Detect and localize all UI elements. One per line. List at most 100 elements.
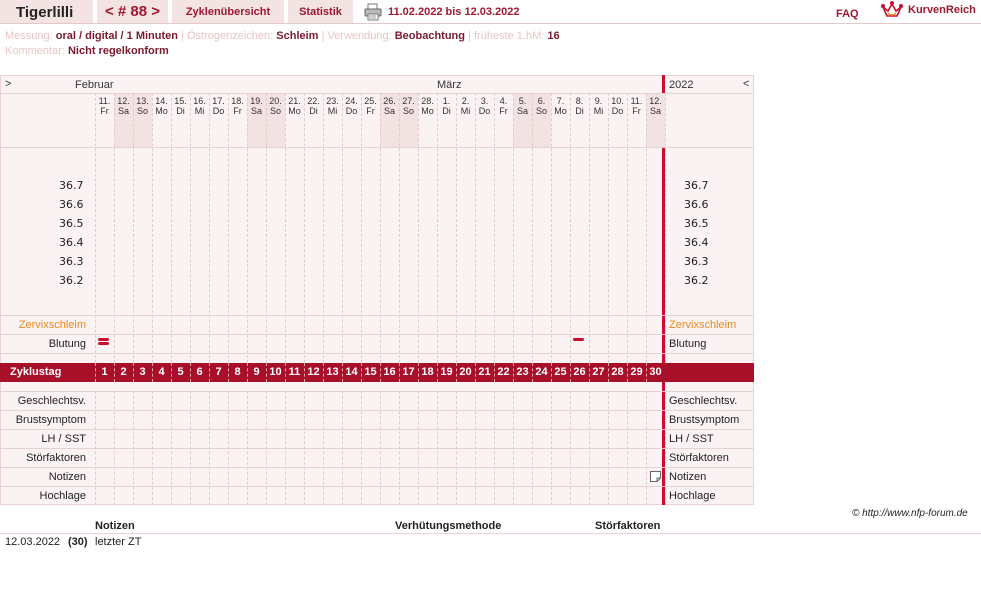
- day-weekday: So: [136, 106, 148, 116]
- day-label: 1. Di: [437, 96, 456, 116]
- method-header: Verhütungsmethode: [395, 520, 502, 532]
- cycle-navigation[interactable]: < # 88 >: [97, 0, 168, 23]
- temperature-label-right: 36.3: [684, 255, 709, 268]
- column-line: [627, 93, 628, 363]
- cycle-day-number: 20: [459, 366, 472, 378]
- column-line: [494, 391, 495, 505]
- column-line: [114, 93, 115, 363]
- day-label: 7. Mo: [551, 96, 570, 116]
- column-line: [266, 391, 267, 505]
- estrogen-label: Östrogenzeichen:: [186, 30, 274, 42]
- column-line: [171, 93, 172, 363]
- day-weekday: Sa: [117, 106, 129, 116]
- day-date: 21.: [288, 96, 301, 106]
- bleeding-mark: [98, 342, 109, 345]
- column-line: [323, 391, 324, 505]
- chart-nav-right[interactable]: <: [743, 78, 749, 90]
- print-icon[interactable]: [364, 3, 382, 21]
- cycle-day-number: 1: [101, 366, 108, 378]
- day-label: 12. Sa: [646, 96, 665, 116]
- tab-statistics[interactable]: Statistik: [288, 0, 353, 23]
- cycle-day-label: Zyklustag: [10, 366, 62, 378]
- column-line: [171, 391, 172, 505]
- day-weekday: Sa: [250, 106, 262, 116]
- day-weekday: Di: [575, 106, 584, 116]
- note-cycle-day: (30): [68, 536, 88, 548]
- cycle-day-number: 10: [269, 366, 282, 378]
- day-weekday: Di: [442, 106, 451, 116]
- column-line: [608, 93, 609, 363]
- tab-cycle-overview[interactable]: Zyklenübersicht: [172, 0, 284, 23]
- column-line: [152, 93, 153, 363]
- temperature-label-left: 36.4: [59, 236, 84, 249]
- lower-row-label-right: Störfaktoren: [669, 452, 729, 464]
- day-date: 9.: [594, 96, 603, 106]
- temperature-label-right: 36.6: [684, 198, 709, 211]
- day-date: 12.: [117, 96, 130, 106]
- day-date: 4.: [499, 96, 508, 106]
- day-label: 17. Do: [209, 96, 228, 116]
- day-weekday: Do: [345, 106, 358, 116]
- faq-link[interactable]: FAQ: [836, 8, 859, 20]
- lower-row-label-right: Hochlage: [669, 490, 716, 502]
- lower-row-label-right: Brustsymptom: [669, 414, 740, 426]
- cycle-day-number: 3: [139, 366, 146, 378]
- column-line: [95, 93, 96, 363]
- temperature-label-left: 36.5: [59, 217, 84, 230]
- column-line: [399, 391, 400, 505]
- day-date: 15.: [174, 96, 187, 106]
- cycle-day-number: 5: [177, 366, 184, 378]
- day-label: 3. Do: [475, 96, 494, 116]
- cycle-day-number: 4: [158, 366, 165, 378]
- day-weekday: Mi: [194, 106, 205, 116]
- cycle-day-number: 2: [120, 366, 127, 378]
- day-weekday: Mo: [155, 106, 168, 116]
- day-date: 25.: [364, 96, 377, 106]
- day-weekday: Fr: [499, 106, 508, 116]
- column-line: [494, 93, 495, 363]
- temperature-label-left: 36.3: [59, 255, 84, 268]
- column-line: [399, 93, 400, 363]
- column-line: [437, 93, 438, 363]
- column-line: [532, 391, 533, 505]
- day-weekday: Mi: [593, 106, 604, 116]
- day-weekday: So: [402, 106, 414, 116]
- column-line: [608, 391, 609, 505]
- column-line: [361, 93, 362, 363]
- notes-divider: [0, 533, 981, 534]
- column-line: [456, 93, 457, 363]
- note-text: letzter ZT: [95, 536, 142, 548]
- temperature-label-left: 36.7: [59, 179, 84, 192]
- cycle-day-number: 30: [649, 366, 662, 378]
- cycle-day-number: 13: [326, 366, 339, 378]
- column-line: [285, 391, 286, 505]
- logo-icon: [881, 1, 903, 17]
- lower-row-label: Brustsymptom: [15, 414, 86, 426]
- day-date: 12.: [649, 96, 662, 106]
- column-line: [190, 93, 191, 363]
- day-label: 18. Fr: [228, 96, 247, 116]
- day-date: 10.: [611, 96, 624, 106]
- date-range: 11.02.2022 bis 12.03.2022: [388, 6, 520, 18]
- chart-nav-left[interactable]: >: [5, 78, 11, 90]
- lower-row-label: Notizen: [48, 471, 86, 483]
- day-label: 19. Sa: [247, 96, 266, 116]
- usage-label: Verwendung:: [327, 30, 392, 42]
- day-weekday: Mo: [554, 106, 567, 116]
- day-date: 7.: [556, 96, 565, 106]
- lower-row-label: Störfaktoren: [26, 452, 86, 464]
- column-line: [285, 93, 286, 363]
- copyright[interactable]: © http://www.nfp-forum.de: [852, 508, 968, 519]
- day-date: 27.: [402, 96, 415, 106]
- cycle-day-number: 15: [364, 366, 377, 378]
- column-line: [304, 391, 305, 505]
- temperature-label-right: 36.7: [684, 179, 709, 192]
- column-line: [551, 93, 552, 363]
- cycle-day-number: 9: [253, 366, 260, 378]
- note-icon[interactable]: [650, 471, 661, 482]
- day-weekday: Mo: [421, 106, 434, 116]
- day-date: 23.: [326, 96, 339, 106]
- day-weekday: Fr: [100, 106, 109, 116]
- lower-row-label-right: Geschlechtsv.: [669, 395, 738, 407]
- month-february: Februar: [75, 79, 114, 91]
